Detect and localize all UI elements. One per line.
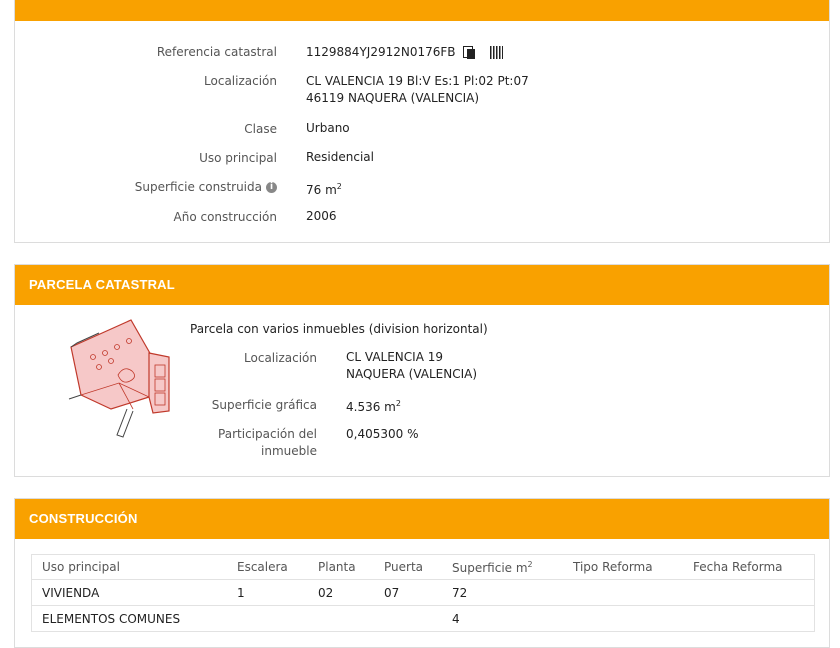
anio-construccion-label: Año construcción — [173, 210, 278, 224]
col-tipo-reforma: Tipo Reforma — [563, 554, 683, 580]
superficie-grafica-value-row: 4.536 m2 — [346, 395, 401, 416]
uso-principal-value: Residencial — [306, 150, 374, 164]
col-superficie-label: Superficie m — [452, 560, 528, 575]
cell-planta: 02 — [308, 579, 374, 606]
parcela-localizacion-value: CL VALENCIA 19 NAQUERA (VALENCIA) — [346, 349, 477, 383]
clase-label: Clase — [244, 122, 277, 136]
construccion-panel: CONSTRUCCIÓN Uso principal Escalera Plan… — [14, 498, 830, 648]
info-icon[interactable]: i — [266, 182, 277, 193]
col-puerta: Puerta — [374, 554, 442, 580]
superficie-grafica-sup: 2 — [395, 399, 401, 408]
cell-planta — [308, 605, 374, 632]
cell-uso: ELEMENTOS COMUNES — [31, 605, 227, 632]
parcela-catastral-panel: PARCELA CATASTRAL Parcela con varios inm… — [14, 264, 830, 477]
superficie-construida-label: Superficie construida — [134, 180, 262, 194]
localizacion-label: Localización — [204, 74, 277, 88]
construccion-header: CONSTRUCCIÓN — [15, 499, 829, 539]
uso-principal-label: Uso principal — [199, 151, 277, 165]
participacion-label-line2: inmueble — [261, 444, 317, 458]
referencia-value: 1129884YJ2912N0176FB — [306, 45, 456, 59]
table-header-row: Uso principal Escalera Planta Puerta Sup… — [31, 554, 815, 580]
superficie-construida-value: 76 m — [306, 183, 337, 197]
table-row: VIVIENDA 1 02 07 72 — [31, 579, 815, 606]
superficie-construida-value-row: 76 m2 — [306, 178, 342, 199]
datos-descriptivos-panel: DATOS DESCRIPTIVOS DEL INMUEBLE Referenc… — [14, 0, 830, 243]
col-planta: Planta — [308, 554, 374, 580]
localizacion-line1: CL VALENCIA 19 Bl:V Es:1 Pl:02 Pt:07 — [306, 74, 529, 88]
barcode-icon[interactable] — [490, 46, 504, 59]
cell-superficie: 4 — [442, 605, 563, 632]
clase-value: Urbano — [306, 121, 350, 135]
construccion-table: Uso principal Escalera Planta Puerta Sup… — [31, 554, 815, 632]
col-uso-principal: Uso principal — [31, 554, 227, 580]
cell-fecha-reforma — [683, 579, 815, 606]
participacion-value: 0,405300 % — [346, 427, 419, 441]
cell-puerta — [374, 605, 442, 632]
parcela-localizacion-line2: NAQUERA (VALENCIA) — [346, 367, 478, 381]
col-fecha-reforma: Fecha Reforma — [683, 554, 815, 580]
referencia-label: Referencia catastral — [156, 45, 277, 59]
parcel-map-image[interactable] — [63, 317, 175, 441]
cell-uso: VIVIENDA — [31, 579, 227, 606]
superficie-grafica-value: 4.536 m — [346, 400, 396, 414]
parcela-catastral-header: PARCELA CATASTRAL — [15, 265, 829, 305]
cell-fecha-reforma — [683, 605, 815, 632]
cell-puerta: 07 — [374, 579, 442, 606]
col-superficie: Superficie m2 — [442, 554, 563, 580]
participacion-label: Participación del inmueble — [15, 426, 317, 460]
table-row: ELEMENTOS COMUNES 4 — [31, 605, 815, 632]
superficie-construida-label-row: Superficie construida i — [15, 180, 277, 194]
parcela-localizacion-line1: CL VALENCIA 19 — [346, 350, 443, 364]
superficie-grafica-label: Superficie gráfica — [211, 398, 317, 412]
referencia-value-row: 1129884YJ2912N0176FB — [306, 44, 504, 61]
cell-superficie: 72 — [442, 579, 563, 606]
copy-icon[interactable] — [463, 46, 476, 59]
parcela-descripcion: Parcela con varios inmuebles (division h… — [190, 322, 488, 336]
localizacion-value: CL VALENCIA 19 Bl:V Es:1 Pl:02 Pt:07 461… — [306, 73, 529, 107]
cell-tipo-reforma — [563, 579, 683, 606]
cell-tipo-reforma — [563, 605, 683, 632]
participacion-label-line1: Participación del — [218, 427, 317, 441]
superficie-construida-sup: 2 — [336, 182, 342, 191]
parcela-localizacion-label: Localización — [244, 351, 317, 365]
cell-escalera: 1 — [227, 579, 308, 606]
col-superficie-sup: 2 — [527, 559, 533, 569]
col-escalera: Escalera — [227, 554, 308, 580]
datos-descriptivos-header: DATOS DESCRIPTIVOS DEL INMUEBLE — [15, 0, 829, 21]
anio-construccion-value: 2006 — [306, 209, 337, 223]
cell-escalera — [227, 605, 308, 632]
localizacion-line2: 46119 NAQUERA (VALENCIA) — [306, 91, 480, 105]
